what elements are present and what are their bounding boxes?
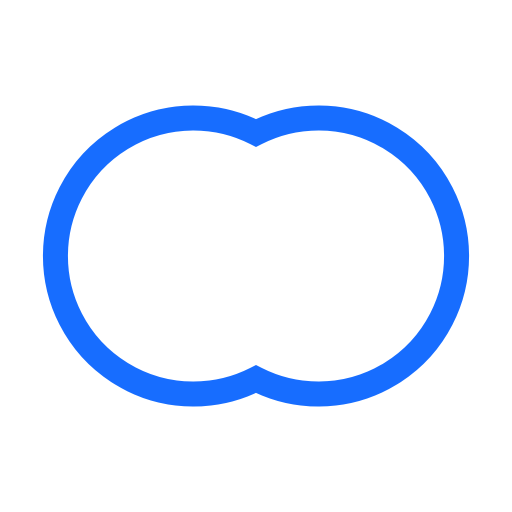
double-circle-outline-icon xyxy=(42,105,470,407)
icon-canvas xyxy=(0,0,512,512)
overlapping-circles-outline xyxy=(42,105,470,407)
